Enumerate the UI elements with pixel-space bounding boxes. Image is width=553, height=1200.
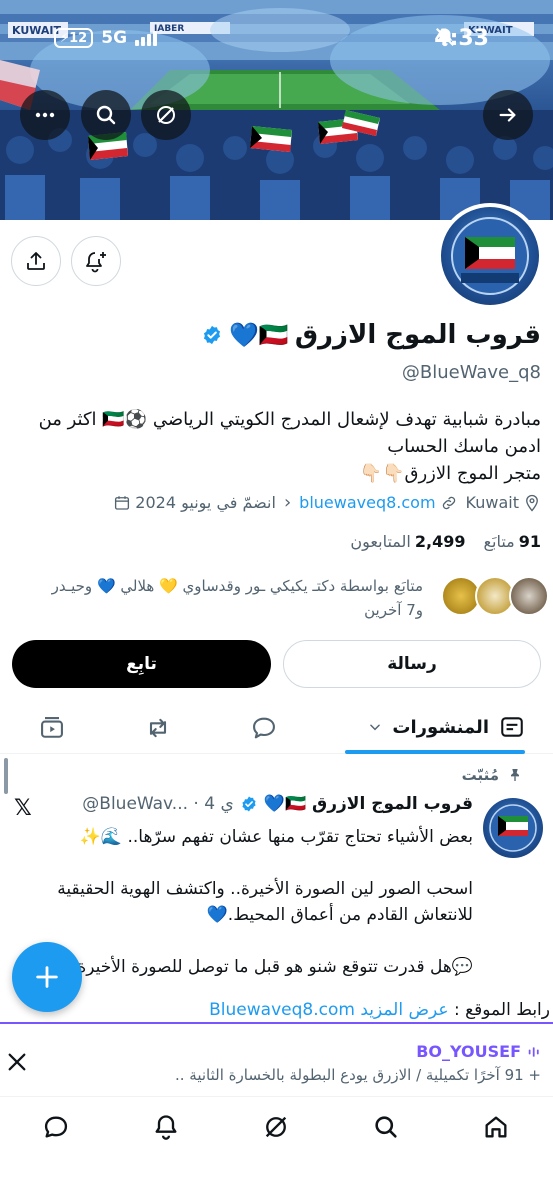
tweet-link-line: رابط الموقع : عرض المزيد Bluewaveq8.com [80,1000,550,1020]
status-left: ⚡ 12 5G [54,28,158,48]
pinned-tweet[interactable]: مُثبّت قروب الموج الازرق 🇰🇼💙 @BlueWav...… [0,756,553,996]
search-icon[interactable] [372,1113,400,1141]
posts-icon [501,717,523,737]
profile-name-row: قروب الموج الازرق 🇰🇼💙 [201,320,541,350]
tab-reposts[interactable] [144,714,172,742]
tab-posts-label: المنشورات [392,716,489,738]
grok-button[interactable] [141,90,191,140]
bio-line: مبادرة شبابية تهدف لإشعال المدرج الكويتي… [38,409,541,430]
followed-by-avatars [441,574,553,618]
tab-media[interactable] [38,714,66,742]
followers-count: 2,499 [414,532,466,551]
status-bar: ⚡ 12 5G 4:33 [0,26,553,56]
following-count: 91 [518,532,541,551]
active-tab-indicator [345,750,525,754]
space-docked-player[interactable]: BO_YOUSEF + 91 آخرًا تكميلية / الازرق يو… [0,1022,553,1096]
following-label: متابَع [483,532,515,551]
followed-by-row[interactable]: متابَع بواسطة دكتـ يكيكي ـور وقدساوي 💛 ه… [11,574,549,622]
tweet-handle-time: @BlueWav... · 4 ي [82,794,234,814]
link-icon [442,496,455,509]
show-more-link[interactable]: عرض المزيد [360,1000,448,1020]
bottom-navigation [0,1096,553,1158]
followed-by-names: متابَع بواسطة دكتـ يكيكي ـور وقدساوي 💛 ه… [51,577,423,595]
audio-wave-icon [528,1046,539,1057]
profile-banner: KUWAIT JABER KUWAIT ⚡ 12 5G 4:33 [0,0,553,220]
battery-indicator: ⚡ 12 [54,28,94,48]
x-logo-icon: 𝕏 [14,796,32,821]
follow-stats: 91متابَع 2,499المتابعون [350,532,541,551]
calendar-icon [115,495,130,510]
following-stat[interactable]: 91متابَع [483,532,541,551]
bio-line: ادمن ماسك الحساب [387,436,541,457]
tab-posts[interactable]: المنشورات [368,714,525,740]
grok-icon[interactable] [262,1113,290,1141]
site-label: رابط الموقع : [453,1000,550,1020]
notifications-icon[interactable] [152,1113,180,1141]
space-title: تكميلية / الازرق يودع البطولة بالخسارة ا… [175,1066,470,1084]
tweet-author-name[interactable]: قروب الموج الازرق 🇰🇼💙 [264,794,473,814]
chevron-icon: ‹ [283,492,292,513]
close-button[interactable] [6,1050,28,1080]
bio-line: متجر الموج الازرق👇🏻👇🏻 [359,463,541,484]
profile-handle: @BlueWave_q8 [401,362,541,383]
website-item[interactable]: bluewaveq8.com [299,493,457,512]
grok-icon [157,106,175,124]
bell-plus-icon [86,252,106,273]
profile-meta: Kuwait bluewaveq8.com ‹ انضمّ في يونيو 2… [113,492,541,513]
more-button[interactable] [20,90,70,140]
more-icon [35,112,55,118]
followers-label: المتابعون [350,532,411,551]
profile-name: قروب الموج الازرق [294,320,541,350]
space-listeners: + 91 آخرًا [473,1066,541,1084]
space-subtitle: + 91 آخرًا تكميلية / الازرق يودع البطولة… [175,1066,541,1084]
search-icon [96,105,116,125]
followers-stat[interactable]: 2,499المتابعون [350,532,465,551]
search-button[interactable] [81,90,131,140]
notifications-subscribe-button[interactable] [71,236,121,286]
space-host-name: BO_YOUSEF [416,1042,521,1061]
website-link[interactable]: bluewaveq8.com [299,493,435,512]
battery-level: 12 [69,30,88,46]
joined-text: انضمّ في يونيو 2024 [135,493,276,512]
follow-button[interactable]: تابِع [12,640,271,688]
pinned-text: مُثبّت [461,766,499,784]
close-icon [8,1053,26,1071]
home-icon[interactable] [482,1113,510,1141]
site-url-link[interactable]: Bluewaveq8.com [209,1000,355,1020]
space-host: BO_YOUSEF [416,1042,541,1061]
tweet-avatar[interactable] [483,798,543,858]
chevron-down-icon [370,724,381,731]
message-button[interactable]: رسالة [283,640,541,688]
avatar [509,576,549,616]
pin-icon [511,769,519,781]
location-text: Kuwait [465,493,519,512]
profile-bio: مبادرة شبابية تهدف لإشعال المدرج الكويتي… [11,406,541,487]
joined-item: انضمّ في يونيو 2024 [113,493,276,512]
tab-replies[interactable] [250,714,278,742]
tweet-header: قروب الموج الازرق 🇰🇼💙 @BlueWav... · 4 ي [82,794,473,814]
signal-icon [135,30,158,46]
followed-by-text: متابَع بواسطة دكتـ يكيكي ـور وقدساوي 💛 ه… [3,574,423,622]
location-item: Kuwait [466,493,541,512]
verified-icon[interactable] [201,324,223,346]
followed-by-more: و7 آخرين [364,601,423,619]
verified-icon [242,796,256,812]
compose-plus-icon [36,966,58,988]
back-button[interactable] [483,90,533,140]
profile-tabs: المنشورات [0,700,553,754]
back-arrow-icon [499,108,516,122]
messages-icon[interactable] [42,1113,70,1141]
pinned-label: مُثبّت [462,766,523,784]
compose-button[interactable] [12,942,82,1012]
network-type: 5G [101,28,128,48]
bell-muted-icon [436,27,455,47]
avatar-image [441,207,539,305]
status-right: 4:33 [434,26,489,51]
location-icon [526,494,538,512]
name-emojis: 🇰🇼💙 [229,321,289,349]
profile-avatar[interactable] [437,203,543,309]
share-button[interactable] [11,236,61,286]
share-icon [27,252,45,270]
